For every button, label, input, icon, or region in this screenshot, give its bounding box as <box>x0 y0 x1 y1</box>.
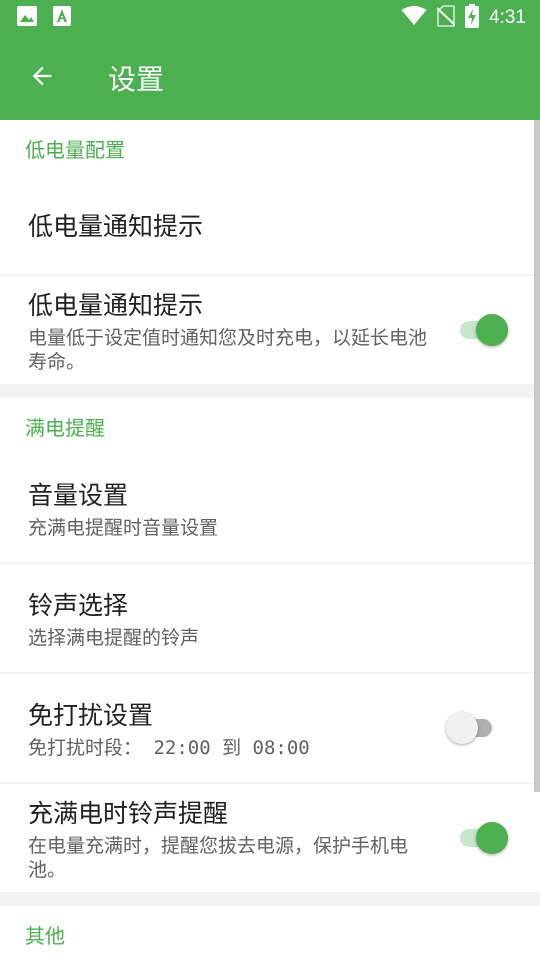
status-time: 4:31 <box>489 7 526 28</box>
section-separator <box>0 384 540 398</box>
font-app-icon <box>52 5 72 31</box>
volume-setting-item[interactable]: 音量设置 充满电提醒时音量设置 <box>0 454 540 562</box>
low-battery-notify-toggle-item[interactable]: 低电量通知提示 电量低于设定值时通知您及时充电，以延长电池寿命。 <box>0 276 540 384</box>
item-summary: 充满电提醒时音量设置 <box>28 517 219 539</box>
item-summary: 电量低于设定值时通知您及时充电，以延长电池寿命。 <box>28 327 428 373</box>
page-title: 设置 <box>108 63 165 96</box>
no-sim-icon <box>436 5 456 31</box>
item-title: 低电量通知提示 <box>28 212 204 241</box>
settings-list[interactable]: 低电量配置 低电量通知提示 低电量通知提示 电量低于设定值时通知您及时充电，以延… <box>0 120 540 960</box>
section-header-other: 其他 <box>25 923 65 948</box>
full-charge-ringtone-switch[interactable] <box>456 820 508 856</box>
switch-thumb <box>446 712 478 744</box>
arrow-left-icon <box>28 62 56 94</box>
scrollbar[interactable] <box>534 120 540 792</box>
low-battery-notify-item[interactable]: 低电量通知提示 <box>0 176 540 274</box>
toolbar: 设置 <box>0 36 540 120</box>
do-not-disturb-switch[interactable] <box>446 710 498 746</box>
do-not-disturb-item[interactable]: 免打扰设置 免打扰时段： 22:00 到 08:00 <box>0 674 540 782</box>
item-title: 充满电时铃声提醒 <box>28 799 229 828</box>
section-separator <box>0 892 540 906</box>
battery-charging-icon <box>465 4 480 32</box>
item-title: 音量设置 <box>28 481 129 510</box>
section-header-full-charge: 满电提醒 <box>25 415 105 440</box>
image-icon <box>16 5 38 31</box>
item-summary: 在电量充满时，提醒您拔去电源，保护手机电池。 <box>28 835 409 881</box>
full-charge-ringtone-item[interactable]: 充满电时铃声提醒 在电量充满时，提醒您拔去电源，保护手机电池。 <box>0 784 540 892</box>
switch-thumb <box>476 314 508 346</box>
ringtone-select-item[interactable]: 铃声选择 选择满电提醒的铃声 <box>0 564 540 672</box>
item-title: 免打扰设置 <box>28 701 154 730</box>
item-summary: 选择满电提醒的铃声 <box>28 627 200 649</box>
item-title: 低电量通知提示 <box>28 291 204 320</box>
status-bar: 4:31 <box>0 0 540 36</box>
switch-thumb <box>476 822 508 854</box>
back-button[interactable] <box>14 50 70 106</box>
section-header-low-battery: 低电量配置 <box>25 137 125 162</box>
low-battery-notify-switch[interactable] <box>456 312 508 348</box>
item-title: 铃声选择 <box>28 591 129 620</box>
wifi-icon <box>401 6 427 30</box>
item-summary: 免打扰时段： 22:00 到 08:00 <box>28 737 310 759</box>
